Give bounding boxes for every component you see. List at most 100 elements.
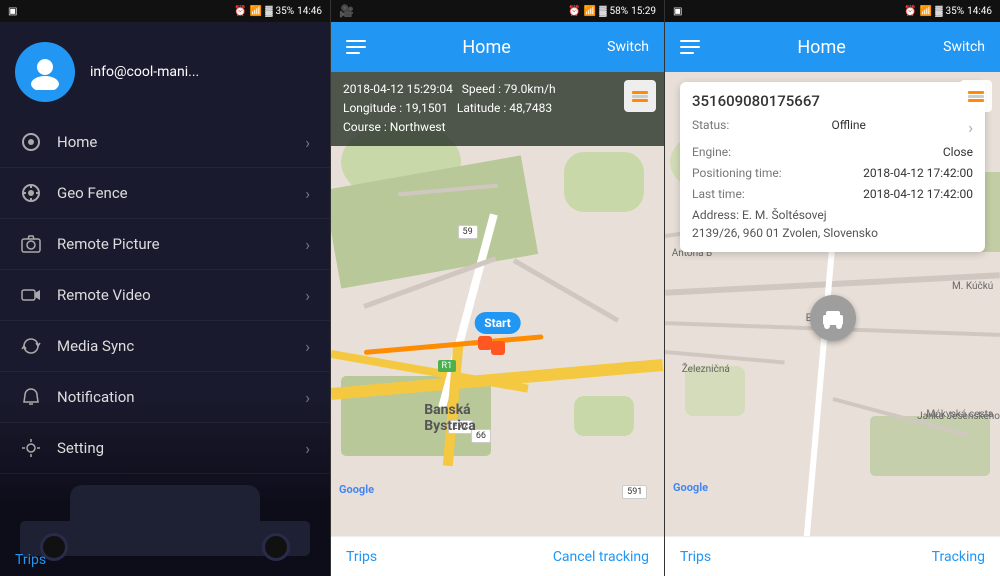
status-label: Status: xyxy=(692,116,729,140)
status-row: Status: Offline › xyxy=(692,116,973,140)
google-logo-p3: Google xyxy=(673,481,708,494)
camera-icon xyxy=(20,233,42,255)
video-indicator-icon: 🎥 xyxy=(339,4,354,18)
cancel-tracking-button[interactable]: Cancel tracking xyxy=(553,549,649,565)
battery-percent-p1: 35% xyxy=(276,6,295,17)
menu-item-setting-left: Setting xyxy=(20,437,104,459)
menu-label-setting: Setting xyxy=(57,439,104,457)
sim-icon-p3: ▣ xyxy=(673,6,682,17)
signal-icon-p2: ▓ xyxy=(599,6,606,17)
menu-list: Home › Geo Fence › xyxy=(0,117,330,576)
signal-icon-p3: ▓ xyxy=(935,6,942,17)
switch-button-p2[interactable]: Switch xyxy=(607,39,649,55)
layer-toggle-p2[interactable] xyxy=(624,80,656,112)
alarm-icon-p2: ⏰ xyxy=(568,6,580,17)
profile-email: info@cool-mani... xyxy=(90,64,199,80)
menu-item-home-left: Home xyxy=(20,131,97,153)
menu-item-remote-picture-left: Remote Picture xyxy=(20,233,160,255)
profile-section: info@cool-mani... xyxy=(0,22,330,117)
menu-item-geo-fence[interactable]: Geo Fence › xyxy=(0,168,330,219)
menu-item-notification[interactable]: Notification › xyxy=(0,372,330,423)
status-chevron[interactable]: › xyxy=(968,116,973,140)
bottom-bar-p2: Trips Cancel tracking xyxy=(331,536,664,576)
menu-item-remote-video[interactable]: Remote Video › xyxy=(0,270,330,321)
chevron-remote-video: › xyxy=(305,286,310,305)
layer-toggle-p3[interactable] xyxy=(960,80,992,112)
street-label-3: Železničná xyxy=(682,364,730,375)
chevron-notification: › xyxy=(305,388,310,407)
battery-icon: ▓ xyxy=(265,6,272,17)
menu-item-notification-left: Notification xyxy=(20,386,135,408)
sim-icon: ▣ xyxy=(8,6,17,17)
menu-item-media-sync[interactable]: Media Sync › xyxy=(0,321,330,372)
app-bar-title-p2: Home xyxy=(462,37,510,58)
menu-item-setting[interactable]: Setting › xyxy=(0,423,330,474)
sidebar-panel: ▣ ⏰ 📶 ▓ 35% 14:46 info@cool-mani... xyxy=(0,0,330,576)
trip-course: Course : Northwest xyxy=(343,118,652,137)
status-icons-left: ▣ xyxy=(8,6,17,17)
notification-icon xyxy=(20,386,42,408)
positioning-row: Positioning time: 2018-04-12 17:42:00 xyxy=(692,164,973,182)
switch-button-p3[interactable]: Switch xyxy=(943,39,985,55)
hamburger-menu-p2[interactable] xyxy=(346,40,366,54)
engine-label: Engine: xyxy=(692,143,731,161)
alarm-icon: ⏰ xyxy=(234,6,246,17)
lasttime-value: 2018-04-12 17:42:00 xyxy=(863,185,973,203)
trip-info-overlay: 2018-04-12 15:29:04 Speed : 79.0km/h Lon… xyxy=(331,72,664,146)
device-info-card: 351609080175667 Status: Offline › Engine… xyxy=(680,82,985,252)
map-container-p2: 2018-04-12 15:29:04 Speed : 79.0km/h Lon… xyxy=(331,72,664,536)
positioning-value: 2018-04-12 17:42:00 xyxy=(863,164,973,182)
status-bar-panel1: ▣ ⏰ 📶 ▓ 35% 14:46 xyxy=(0,0,330,22)
menu-label-remote-picture: Remote Picture xyxy=(57,235,160,253)
chevron-remote-picture: › xyxy=(305,235,310,254)
start-marker: Start xyxy=(474,312,521,334)
device-id: 351609080175667 xyxy=(692,92,973,110)
engine-row: Engine: Close xyxy=(692,143,973,161)
alarm-icon-p3: ⏰ xyxy=(904,6,916,17)
battery-p2: 58% xyxy=(610,6,629,17)
address-row: Address: E. M. Šoltésovej2139/26, 960 01… xyxy=(692,206,973,242)
trips-link-p1[interactable]: Trips xyxy=(15,552,46,568)
menu-item-remote-picture[interactable]: Remote Picture › xyxy=(0,219,330,270)
wifi-icon: 📶 xyxy=(250,6,262,17)
trip-coords: Longitude : 19,1501 Latitude : 48,7483 xyxy=(343,99,652,118)
car-pin xyxy=(810,295,856,341)
trips-button-p3[interactable]: Trips xyxy=(680,549,711,565)
engine-value: Close xyxy=(943,143,973,161)
tracking-button[interactable]: Tracking xyxy=(932,549,985,565)
time-p3: 14:46 xyxy=(967,6,992,17)
road-label-r1: R1 xyxy=(438,360,457,372)
trips-button-p2[interactable]: Trips xyxy=(346,549,377,565)
hamburger-menu-p3[interactable] xyxy=(680,40,700,54)
app-bar-panel3: Home Switch xyxy=(665,22,1000,72)
google-logo-p2: Google xyxy=(339,483,374,496)
status-right-p3: ⏰ 📶 ▓ 35% 14:46 xyxy=(904,6,992,17)
lasttime-label: Last time: xyxy=(692,185,745,203)
menu-label-remote-video: Remote Video xyxy=(57,286,151,304)
wifi-icon-p3: 📶 xyxy=(920,6,932,17)
car-marker-1 xyxy=(478,336,492,350)
status-value: Offline xyxy=(832,116,866,140)
time-p2: 15:29 xyxy=(631,6,656,17)
time-p1: 14:46 xyxy=(297,6,322,17)
address-label: Address: xyxy=(692,208,739,222)
street-label-7: M. Kúčkú xyxy=(952,281,993,292)
menu-item-media-sync-left: Media Sync xyxy=(20,335,134,357)
chevron-geo-fence: › xyxy=(305,184,310,203)
geo-fence-icon xyxy=(20,182,42,204)
road-label-59: 59 xyxy=(458,225,478,239)
menu-item-home[interactable]: Home › xyxy=(0,117,330,168)
status-bar-panel3: ▣ ⏰ 📶 ▓ 35% 14:46 xyxy=(665,0,1000,22)
map-trip-panel: 🎥 ⏰ 📶 ▓ 58% 15:29 Home Switch 2018-04-12… xyxy=(330,0,665,576)
status-right-p2: ⏰ 📶 ▓ 58% 15:29 xyxy=(568,6,656,17)
chevron-home: › xyxy=(305,133,310,152)
menu-label-media-sync: Media Sync xyxy=(57,337,134,355)
car-marker-2 xyxy=(491,341,505,355)
menu-item-geo-fence-left: Geo Fence xyxy=(20,182,128,204)
status-left-p3: ▣ xyxy=(673,6,682,17)
video-icon xyxy=(20,284,42,306)
menu-label-home: Home xyxy=(57,133,97,151)
street-label-8: Mókvská cesta xyxy=(926,409,993,420)
city-label-p2: BanskáBystrica xyxy=(424,402,476,434)
car-icon xyxy=(820,305,846,331)
